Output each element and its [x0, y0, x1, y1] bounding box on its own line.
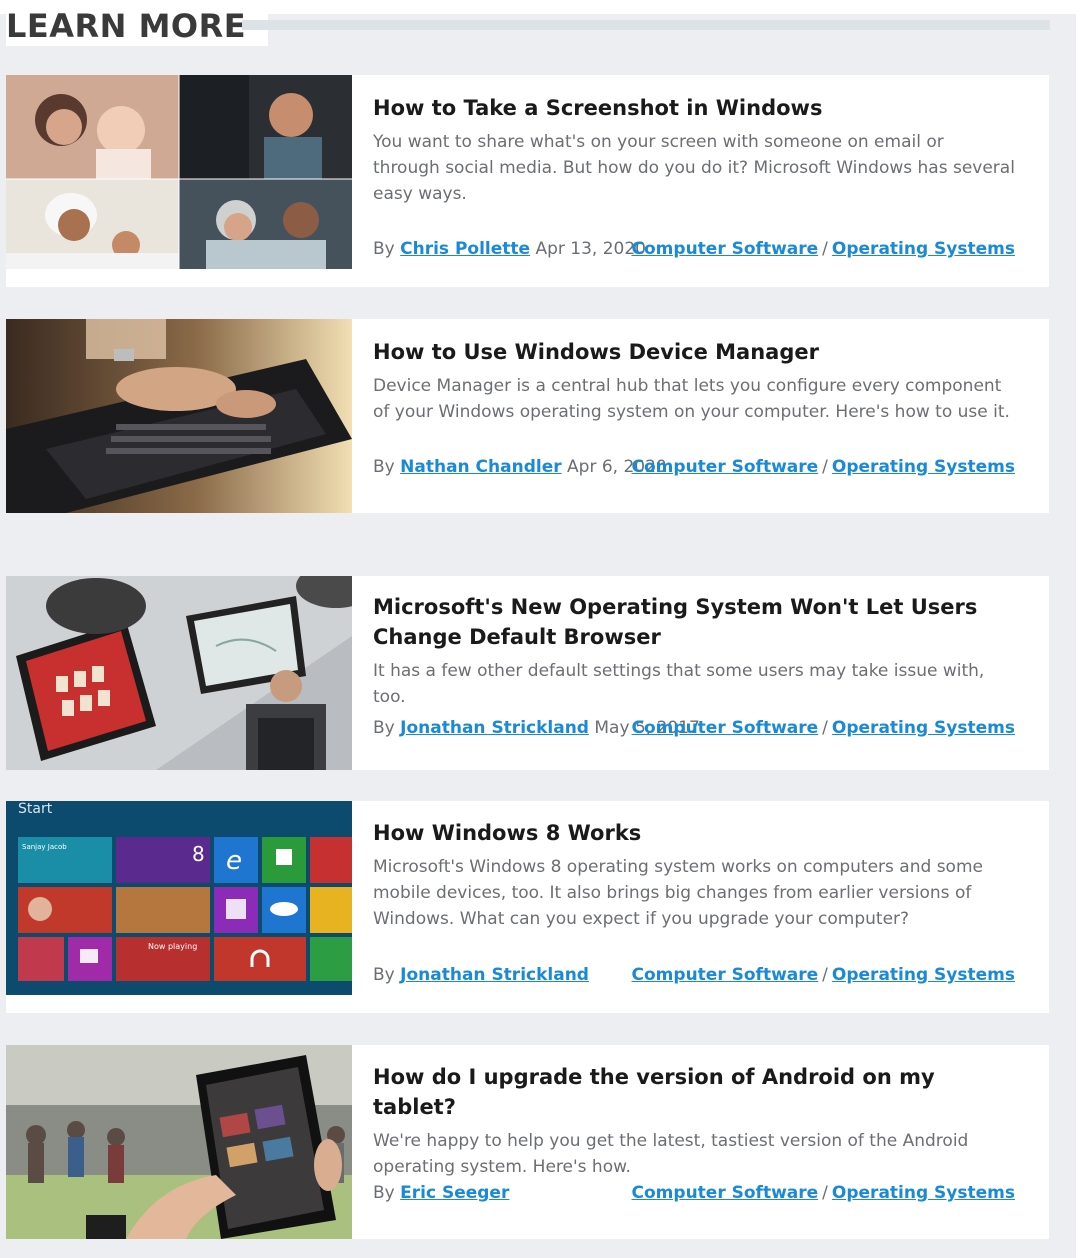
category-link-operating-systems[interactable]: Operating Systems: [832, 1183, 1015, 1203]
category-link-operating-systems[interactable]: Operating Systems: [832, 457, 1015, 477]
article-meta: By Eric Seeger Computer Software / Operati…: [373, 1183, 1015, 1207]
article-title[interactable]: How Windows 8 Works: [373, 818, 1015, 848]
article-card[interactable]: How to Use Windows Device Manager Device…: [6, 319, 1049, 513]
tablets-presenter-image: [6, 576, 352, 770]
article-meta: By Chris Pollette Apr 13, 2020 Computer …: [373, 239, 1015, 263]
svg-text:e: e: [226, 846, 242, 876]
byline: By Chris Pollette Apr 13, 2020: [373, 239, 646, 259]
article-meta: By Jonathan Strickland Computer Software…: [373, 965, 1015, 989]
android-tablet-image: [6, 1045, 352, 1239]
article-description: We're happy to help you get the latest, …: [373, 1131, 969, 1177]
category-separator: /: [822, 965, 828, 985]
article-title[interactable]: How to Take a Screenshot in Windows: [373, 93, 1015, 123]
category-link-computer-software[interactable]: Computer Software: [632, 718, 819, 738]
category-separator: /: [822, 239, 828, 259]
by-label: By: [373, 718, 395, 738]
start-label: Start: [18, 801, 53, 817]
article-thumbnail-tablets-presenter[interactable]: [6, 576, 352, 770]
article-thumbnail-family-collage[interactable]: [6, 75, 352, 269]
publish-date: Apr 13, 2020: [535, 239, 647, 259]
category-separator: /: [822, 718, 828, 738]
author-link[interactable]: Eric Seeger: [400, 1183, 509, 1203]
article-description: Microsoft's Windows 8 operating system w…: [373, 857, 983, 929]
category-link-operating-systems[interactable]: Operating Systems: [832, 239, 1015, 259]
article-description: It has a few other default settings that…: [373, 661, 985, 707]
by-label: By: [373, 239, 395, 259]
category-link-operating-systems[interactable]: Operating Systems: [832, 965, 1015, 985]
category-link-computer-software[interactable]: Computer Software: [632, 965, 819, 985]
article-title[interactable]: How to Use Windows Device Manager: [373, 337, 1015, 367]
author-link[interactable]: Nathan Chandler: [400, 457, 561, 477]
article-meta: By Nathan Chandler Apr 6, 2020 Computer …: [373, 457, 1015, 481]
tile-now-playing: Now playing: [148, 942, 197, 951]
article-meta: By Jonathan Strickland May 5, 2017 Compu…: [373, 718, 1015, 742]
article-card[interactable]: How to Take a Screenshot in Windows You …: [6, 75, 1049, 287]
article-thumbnail-android-tablet[interactable]: [6, 1045, 352, 1239]
category-separator: /: [822, 457, 828, 477]
article-thumbnail-laptop-typing[interactable]: [6, 319, 352, 513]
author-link[interactable]: Chris Pollette: [400, 239, 530, 259]
byline: By Nathan Chandler Apr 6, 2020: [373, 457, 667, 477]
windows-8-start-screen-image: Start Sanjay Jacob 8 e Now playing: [6, 801, 352, 995]
category-link-computer-software[interactable]: Computer Software: [632, 457, 819, 477]
article-description: You want to share what's on your screen …: [373, 132, 1015, 204]
category-separator: /: [822, 1183, 828, 1203]
article-card[interactable]: How do I upgrade the version of Android …: [6, 1045, 1049, 1239]
author-link[interactable]: Jonathan Strickland: [400, 718, 589, 738]
category-links: Computer Software / Operating Systems: [632, 965, 1015, 985]
by-label: By: [373, 457, 395, 477]
article-title[interactable]: How do I upgrade the version of Android …: [373, 1062, 1015, 1122]
category-links: Computer Software / Operating Systems: [632, 718, 1015, 738]
tile-user-name: Sanjay Jacob: [22, 843, 67, 851]
section-title: LEARN MORE: [6, 6, 269, 46]
byline: By Eric Seeger: [373, 1183, 509, 1203]
category-links: Computer Software / Operating Systems: [632, 239, 1015, 259]
tile-date-number: 8: [192, 842, 205, 866]
category-links: Computer Software / Operating Systems: [632, 1183, 1015, 1203]
category-links: Computer Software / Operating Systems: [632, 457, 1015, 477]
article-card[interactable]: Microsoft's New Operating System Won't L…: [6, 576, 1049, 770]
category-link-computer-software[interactable]: Computer Software: [632, 239, 819, 259]
by-label: By: [373, 1183, 395, 1203]
category-link-operating-systems[interactable]: Operating Systems: [832, 718, 1015, 738]
title-divider: [242, 20, 1050, 30]
category-link-computer-software[interactable]: Computer Software: [632, 1183, 819, 1203]
author-link[interactable]: Jonathan Strickland: [400, 965, 589, 985]
byline: By Jonathan Strickland: [373, 965, 589, 985]
article-thumbnail-windows-8[interactable]: Start Sanjay Jacob 8 e Now playing: [6, 801, 352, 995]
article-title[interactable]: Microsoft's New Operating System Won't L…: [373, 592, 1015, 652]
article-card[interactable]: Start Sanjay Jacob 8 e Now playing How W…: [6, 801, 1049, 1013]
family-collage-image: [6, 75, 352, 269]
laptop-typing-image: [6, 319, 352, 513]
by-label: By: [373, 965, 395, 985]
article-description: Device Manager is a central hub that let…: [373, 376, 1010, 422]
